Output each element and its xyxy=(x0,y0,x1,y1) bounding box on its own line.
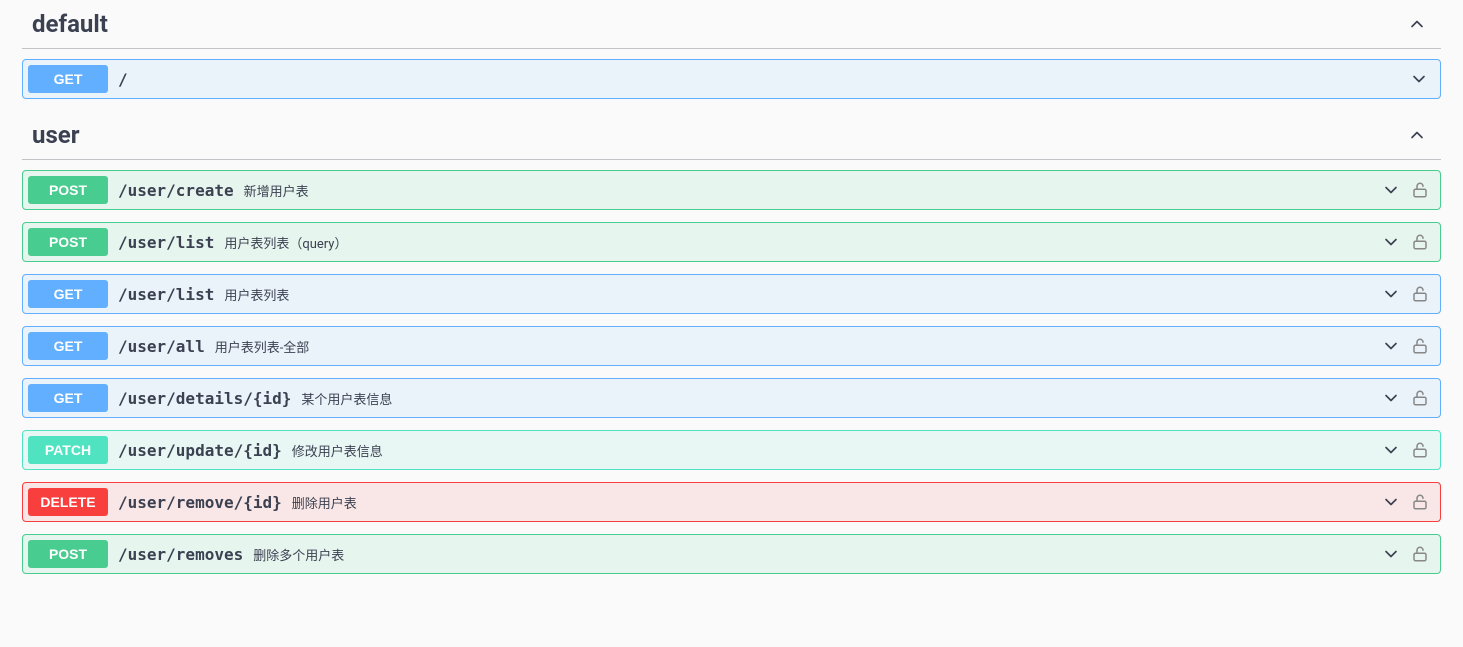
chevron-down-icon[interactable] xyxy=(1381,544,1401,564)
lock-icon[interactable] xyxy=(1411,545,1429,563)
operation-summary: 删除用户表 xyxy=(292,493,1381,512)
http-method-badge: POST xyxy=(28,540,108,568)
operation-actions xyxy=(1381,388,1435,408)
lock-icon[interactable] xyxy=(1411,233,1429,251)
operation-row[interactable]: DELETE/user/remove/{id}删除用户表 xyxy=(22,482,1441,522)
lock-icon[interactable] xyxy=(1411,285,1429,303)
chevron-down-icon[interactable] xyxy=(1381,336,1401,356)
operation-actions xyxy=(1381,284,1435,304)
operation-summary: 用户表列表-全部 xyxy=(215,337,1381,356)
operation-path: /user/details/{id} xyxy=(108,389,301,408)
operation-actions xyxy=(1381,492,1435,512)
operation-actions xyxy=(1381,336,1435,356)
operation-row[interactable]: POST/user/list用户表列表（query） xyxy=(22,222,1441,262)
chevron-down-icon[interactable] xyxy=(1409,69,1429,89)
http-method-badge: POST xyxy=(28,176,108,204)
chevron-down-icon[interactable] xyxy=(1381,232,1401,252)
operations-list: GET/ xyxy=(22,59,1441,99)
http-method-badge: GET xyxy=(28,65,108,93)
lock-icon[interactable] xyxy=(1411,441,1429,459)
operation-row[interactable]: GET/ xyxy=(22,59,1441,99)
lock-icon[interactable] xyxy=(1411,493,1429,511)
lock-icon[interactable] xyxy=(1411,181,1429,199)
operation-row[interactable]: GET/user/all用户表列表-全部 xyxy=(22,326,1441,366)
operation-actions xyxy=(1409,69,1435,89)
lock-icon[interactable] xyxy=(1411,389,1429,407)
operation-summary: 用户表列表（query） xyxy=(224,233,1381,252)
operation-path: /user/create xyxy=(108,181,244,200)
operation-path: /user/list xyxy=(108,233,224,252)
http-method-badge: GET xyxy=(28,280,108,308)
operation-summary: 用户表列表 xyxy=(224,285,1381,304)
operation-path: /user/removes xyxy=(108,545,253,564)
chevron-down-icon[interactable] xyxy=(1381,284,1401,304)
operation-row[interactable]: GET/user/list用户表列表 xyxy=(22,274,1441,314)
chevron-up-icon[interactable] xyxy=(1407,14,1441,34)
operation-actions xyxy=(1381,544,1435,564)
operation-path: /user/list xyxy=(108,285,224,304)
lock-icon[interactable] xyxy=(1411,337,1429,355)
tag-header[interactable]: default xyxy=(22,0,1441,49)
chevron-up-icon[interactable] xyxy=(1407,125,1441,145)
http-method-badge: DELETE xyxy=(28,488,108,516)
operation-row[interactable]: POST/user/create新增用户表 xyxy=(22,170,1441,210)
chevron-down-icon[interactable] xyxy=(1381,180,1401,200)
operation-summary: 某个用户表信息 xyxy=(301,389,1381,408)
operation-actions xyxy=(1381,232,1435,252)
http-method-badge: POST xyxy=(28,228,108,256)
http-method-badge: GET xyxy=(28,332,108,360)
http-method-badge: PATCH xyxy=(28,436,108,464)
chevron-down-icon[interactable] xyxy=(1381,440,1401,460)
operation-path: /user/all xyxy=(108,337,215,356)
api-tag-section: default GET/ xyxy=(22,0,1441,99)
operation-row[interactable]: POST/user/removes删除多个用户表 xyxy=(22,534,1441,574)
operation-path: /user/remove/{id} xyxy=(108,493,292,512)
chevron-down-icon[interactable] xyxy=(1381,388,1401,408)
operation-summary: 修改用户表信息 xyxy=(292,441,1381,460)
http-method-badge: GET xyxy=(28,384,108,412)
operation-row[interactable]: GET/user/details/{id}某个用户表信息 xyxy=(22,378,1441,418)
operation-actions xyxy=(1381,180,1435,200)
tag-name: user xyxy=(32,121,80,149)
operation-summary: 删除多个用户表 xyxy=(253,545,1381,564)
operation-path: / xyxy=(108,70,138,89)
operation-summary: 新增用户表 xyxy=(244,181,1381,200)
operation-path: /user/update/{id} xyxy=(108,441,292,460)
tag-header[interactable]: user xyxy=(22,111,1441,160)
operation-row[interactable]: PATCH/user/update/{id}修改用户表信息 xyxy=(22,430,1441,470)
operations-list: POST/user/create新增用户表POST/user/list用户表列表… xyxy=(22,170,1441,574)
tag-name: default xyxy=(32,10,108,38)
chevron-down-icon[interactable] xyxy=(1381,492,1401,512)
api-tag-section: userPOST/user/create新增用户表POST/user/list用… xyxy=(22,111,1441,574)
operation-actions xyxy=(1381,440,1435,460)
